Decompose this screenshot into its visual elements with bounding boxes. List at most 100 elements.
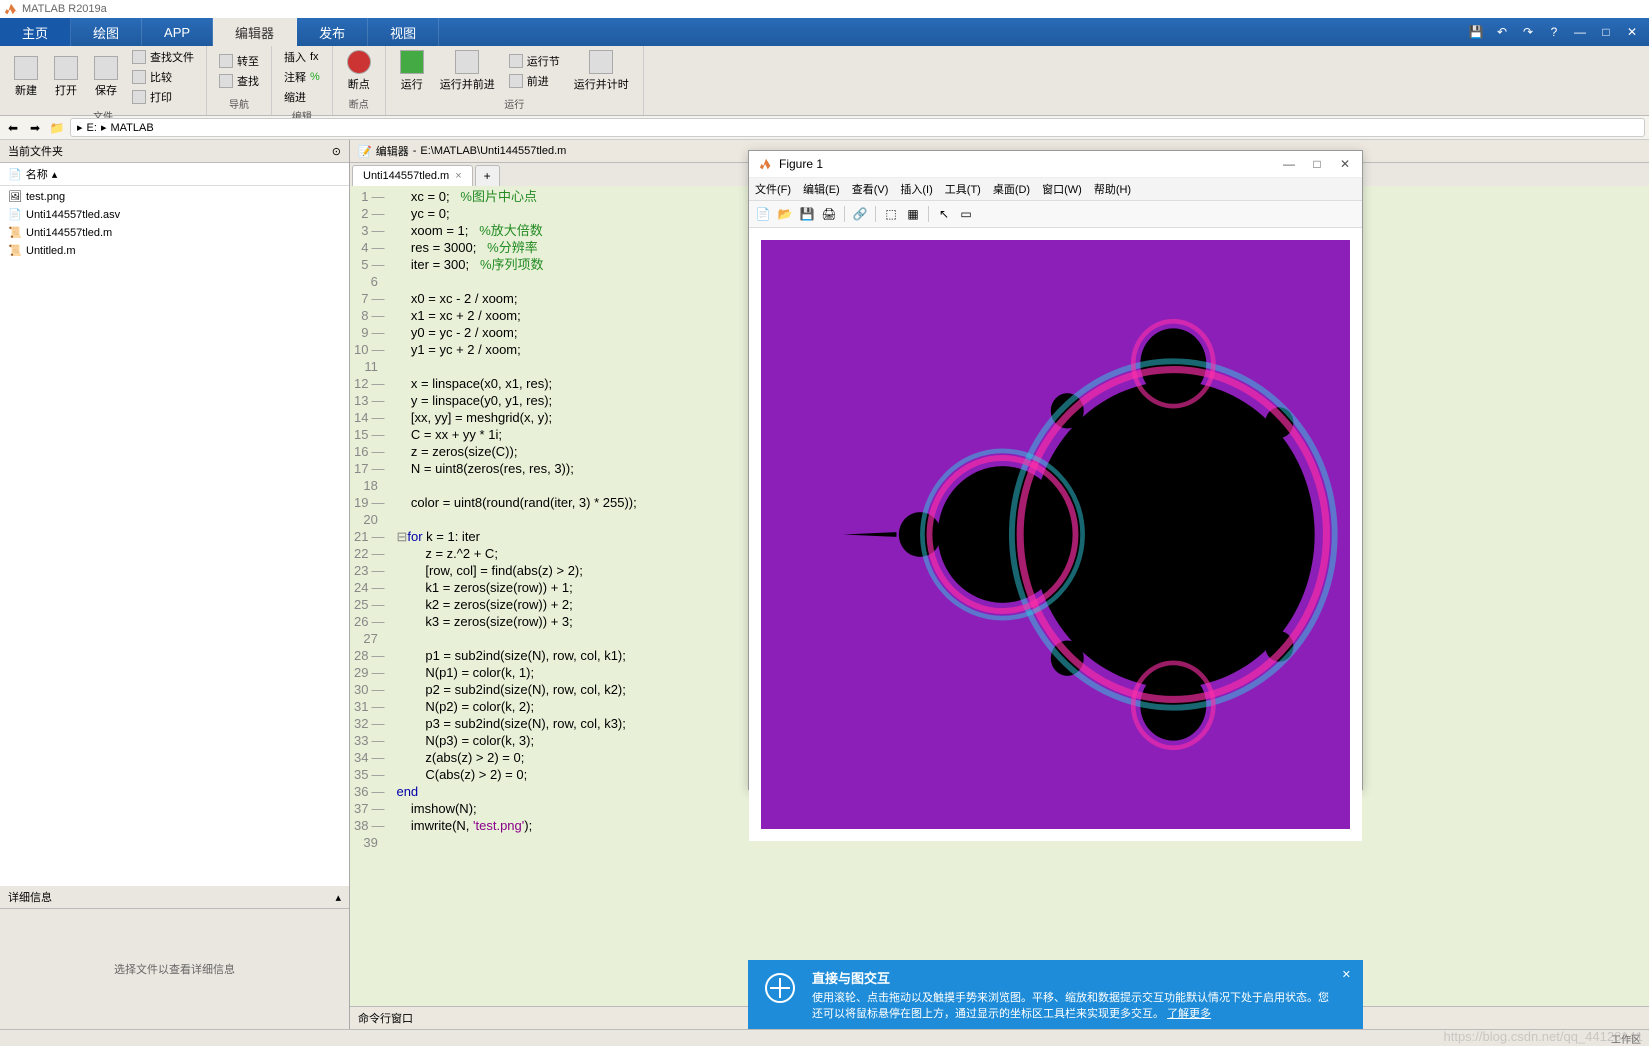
tooltip-body: 使用滚轮、点击拖动以及触摸手势来浏览图。平移、缩放和数据提示交互功能默认情况下处… <box>812 989 1330 1021</box>
nav-up-icon[interactable]: 📁 <box>48 119 66 137</box>
fig-insert-icon[interactable]: ▦ <box>903 204 923 224</box>
new-button[interactable]: 新建 <box>8 54 44 100</box>
search-icon <box>132 50 146 64</box>
comment-button[interactable]: 注释 % <box>280 68 324 86</box>
file-name: Unti144557tled.asv <box>26 209 120 221</box>
fig-print-icon[interactable]: 🖨 <box>819 204 839 224</box>
panel-collapse-icon[interactable]: ▴ <box>335 891 341 904</box>
figure-titlebar[interactable]: Figure 1 — □ ✕ <box>749 151 1362 178</box>
ribbon-group-bp-label: 断点 <box>341 94 377 113</box>
tab-close-icon[interactable]: × <box>455 170 461 182</box>
goto-icon <box>219 54 233 68</box>
run-section-button[interactable]: 运行节 <box>505 52 564 70</box>
fig-pointer-icon[interactable]: ↖ <box>934 204 954 224</box>
file-item[interactable]: 📜Unti144557tled.m <box>2 224 347 242</box>
compare-icon <box>132 70 146 84</box>
file-item[interactable]: 🖼test.png <box>2 188 347 206</box>
section-icon <box>509 54 523 68</box>
detail-header[interactable]: 详细信息▴ <box>0 886 349 909</box>
tooltip-close-icon[interactable]: ✕ <box>1342 968 1351 981</box>
file-type-icon: 📄 <box>8 208 22 222</box>
breakpoint-button[interactable]: 断点 <box>341 48 377 94</box>
current-folder-header[interactable]: 当前文件夹⊙ <box>0 140 349 163</box>
fig-link-icon[interactable]: 🔗 <box>850 204 870 224</box>
open-button[interactable]: 打开 <box>48 54 84 100</box>
fig-open-icon[interactable]: 📂 <box>775 204 795 224</box>
editor-icon: 📝 <box>358 145 372 158</box>
file-type-icon: 📜 <box>8 244 22 258</box>
fig-edit-icon[interactable]: ▭ <box>956 204 976 224</box>
save-icon <box>94 56 118 80</box>
compare-button[interactable]: 比较 <box>128 68 198 86</box>
print-button[interactable]: 打印 <box>128 88 198 106</box>
figure-menu-item[interactable]: 文件(F) <box>755 181 791 197</box>
indent-button[interactable]: 缩进 <box>280 88 324 106</box>
tab-publish[interactable]: 发布 <box>297 18 368 46</box>
tooltip-title: 直接与图交互 <box>812 968 1330 987</box>
find-button[interactable]: 查找 <box>215 72 263 90</box>
file-name: test.png <box>26 191 65 203</box>
sort-icon[interactable]: ▴ <box>52 168 58 181</box>
run-advance-button[interactable]: 运行并前进 <box>434 48 501 94</box>
goto-button[interactable]: 转至 <box>215 52 263 70</box>
main-tabstrip: 主页 绘图 APP 编辑器 发布 视图 💾 ↶ ↷ ? — □ ✕ <box>0 18 1649 46</box>
figure-window[interactable]: Figure 1 — □ ✕ 文件(F) 编辑(E) 查看(V) 插入(I) 工具(T)… <box>748 150 1363 790</box>
fig-save-icon[interactable]: 💾 <box>797 204 817 224</box>
redo-icon[interactable]: ↷ <box>1519 23 1537 41</box>
figure-menu-item[interactable]: 桌面(D) <box>993 181 1030 197</box>
tab-view[interactable]: 视图 <box>368 18 439 46</box>
editor-area: 📝 编辑器 - E:\MATLAB\Unti144557tled.m Unti1… <box>350 140 1649 1029</box>
save-button[interactable]: 保存 <box>88 54 124 100</box>
figure-menu-item[interactable]: 编辑(E) <box>803 181 840 197</box>
interaction-tooltip: 直接与图交互 使用滚轮、点击拖动以及触摸手势来浏览图。平移、缩放和数据提示交互功… <box>748 960 1363 1029</box>
open-icon <box>54 56 78 80</box>
app-titlebar: MATLAB R2019a <box>0 0 1649 18</box>
tab-plot[interactable]: 绘图 <box>71 18 142 46</box>
figure-menu-item[interactable]: 窗口(W) <box>1042 181 1082 197</box>
find-files-button[interactable]: 查找文件 <box>128 48 198 66</box>
undo-icon[interactable]: ↶ <box>1493 23 1511 41</box>
fig-new-icon[interactable]: 📄 <box>753 204 773 224</box>
file-icon: 📄 <box>8 168 22 181</box>
detail-panel: 选择文件以查看详细信息 <box>0 909 349 1029</box>
file-name: Untitled.m <box>26 245 76 257</box>
insert-button[interactable]: 插入 fx <box>280 48 324 66</box>
path-input[interactable]: ▸E:▸MATLAB <box>70 118 1645 137</box>
run-time-button[interactable]: 运行并计时 <box>568 48 635 94</box>
file-item[interactable]: 📜 Untitled.m <box>2 242 347 260</box>
fig-minimize-icon[interactable]: — <box>1282 157 1296 171</box>
editor-tab-active[interactable]: Unti144557tled.m × <box>352 165 473 186</box>
figure-menu-item[interactable]: 工具(T) <box>945 181 981 197</box>
fig-close-icon[interactable]: ✕ <box>1338 157 1352 171</box>
nav-forward-icon[interactable]: ➡ <box>26 119 44 137</box>
figure-menu-item[interactable]: 插入(I) <box>900 181 932 197</box>
matlab-icon <box>759 157 773 171</box>
play-advance-icon <box>455 50 479 74</box>
run-button[interactable]: 运行 <box>394 48 430 94</box>
file-list-header[interactable]: 📄 名称 ▴ <box>0 163 349 186</box>
fig-maximize-icon[interactable]: □ <box>1310 157 1324 171</box>
window-controls: 💾 ↶ ↷ ? — □ ✕ <box>1459 18 1649 46</box>
ribbon: 新建 打开 保存 查找文件 比较 打印 文件 转至 查找 导航 插入 fx 注释… <box>0 46 1649 116</box>
tooltip-link[interactable]: 了解更多 <box>1167 1008 1211 1020</box>
nav-back-icon[interactable]: ⬅ <box>4 119 22 137</box>
save-icon[interactable]: 💾 <box>1467 23 1485 41</box>
workspace-label[interactable]: 工作区 <box>1611 1031 1641 1046</box>
figure-menu-item[interactable]: 查看(V) <box>852 181 889 197</box>
panel-menu-icon[interactable]: ⊙ <box>332 145 341 158</box>
app-title: MATLAB R2019a <box>22 3 107 15</box>
fig-rotate-icon[interactable]: ⬚ <box>881 204 901 224</box>
figure-menu-item[interactable]: 帮助(H) <box>1094 181 1131 197</box>
print-icon <box>132 90 146 104</box>
maximize-icon[interactable]: □ <box>1597 23 1615 41</box>
close-icon[interactable]: ✕ <box>1623 23 1641 41</box>
file-item[interactable]: 📄 Unti144557tled.asv <box>2 206 347 224</box>
tab-app[interactable]: APP <box>142 18 213 46</box>
help-icon[interactable]: ? <box>1545 23 1563 41</box>
minimize-icon[interactable]: — <box>1571 23 1589 41</box>
tab-home[interactable]: 主页 <box>0 18 71 46</box>
advance-button[interactable]: 前进 <box>505 72 564 90</box>
add-tab-button[interactable]: + <box>475 165 500 186</box>
new-file-icon <box>14 56 38 80</box>
tab-editor[interactable]: 编辑器 <box>213 18 297 46</box>
